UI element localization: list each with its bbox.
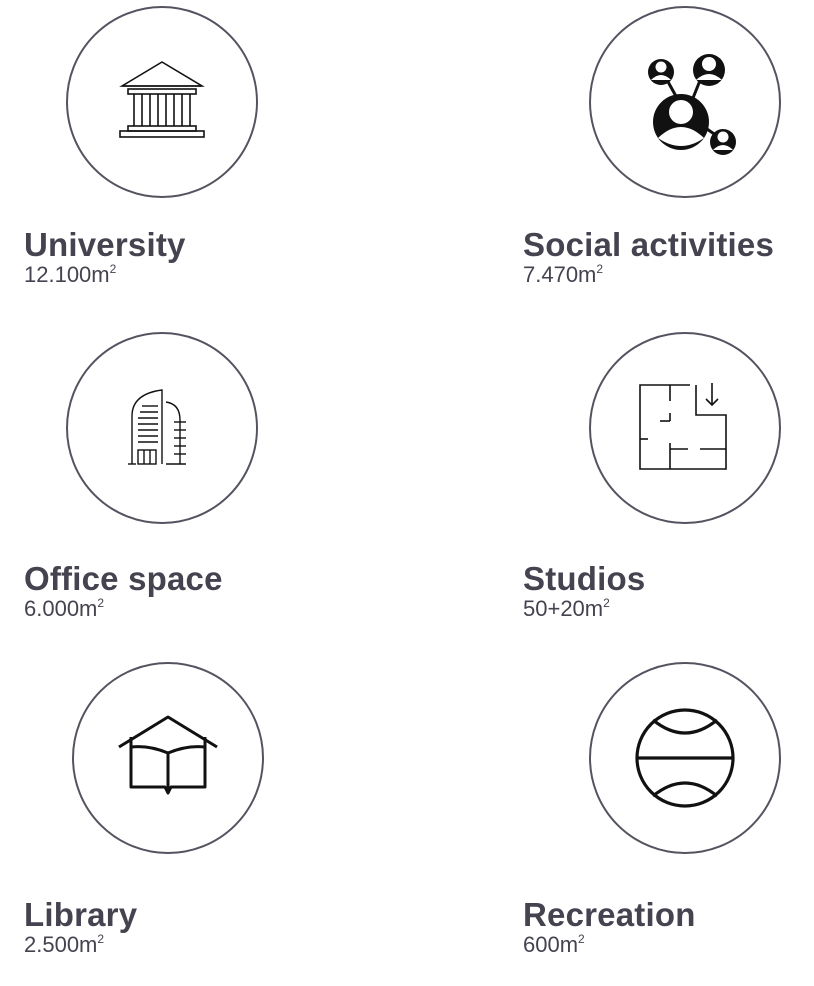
program-area: 6.000m2: [24, 596, 105, 621]
program-area: 2.500m2: [24, 932, 105, 957]
program-title: Library: [24, 896, 138, 933]
university-building-icon: [119, 61, 205, 138]
program-title: Studios: [523, 560, 646, 597]
library-book-icon: [118, 715, 218, 795]
recreation-ball-icon: [635, 708, 735, 808]
program-area: 50+20m2: [523, 596, 610, 621]
program-title: Office space: [24, 560, 223, 597]
program-area: 7.470m2: [523, 262, 604, 287]
social-network-icon: [648, 54, 736, 155]
studios-circle: [589, 332, 781, 524]
program-title: Recreation: [523, 896, 696, 933]
university-circle: [66, 6, 258, 198]
floor-plan-icon: [639, 383, 727, 470]
office-circle: [66, 332, 258, 524]
program-area: 600m2: [523, 932, 585, 957]
recreation-circle: [589, 662, 781, 854]
program-title: University: [24, 226, 186, 263]
program-title: Social activities: [523, 226, 775, 263]
social-circle: [589, 6, 781, 198]
program-area: 12.100m2: [24, 262, 117, 287]
library-circle: [72, 662, 264, 854]
office-building-icon: [128, 389, 186, 465]
